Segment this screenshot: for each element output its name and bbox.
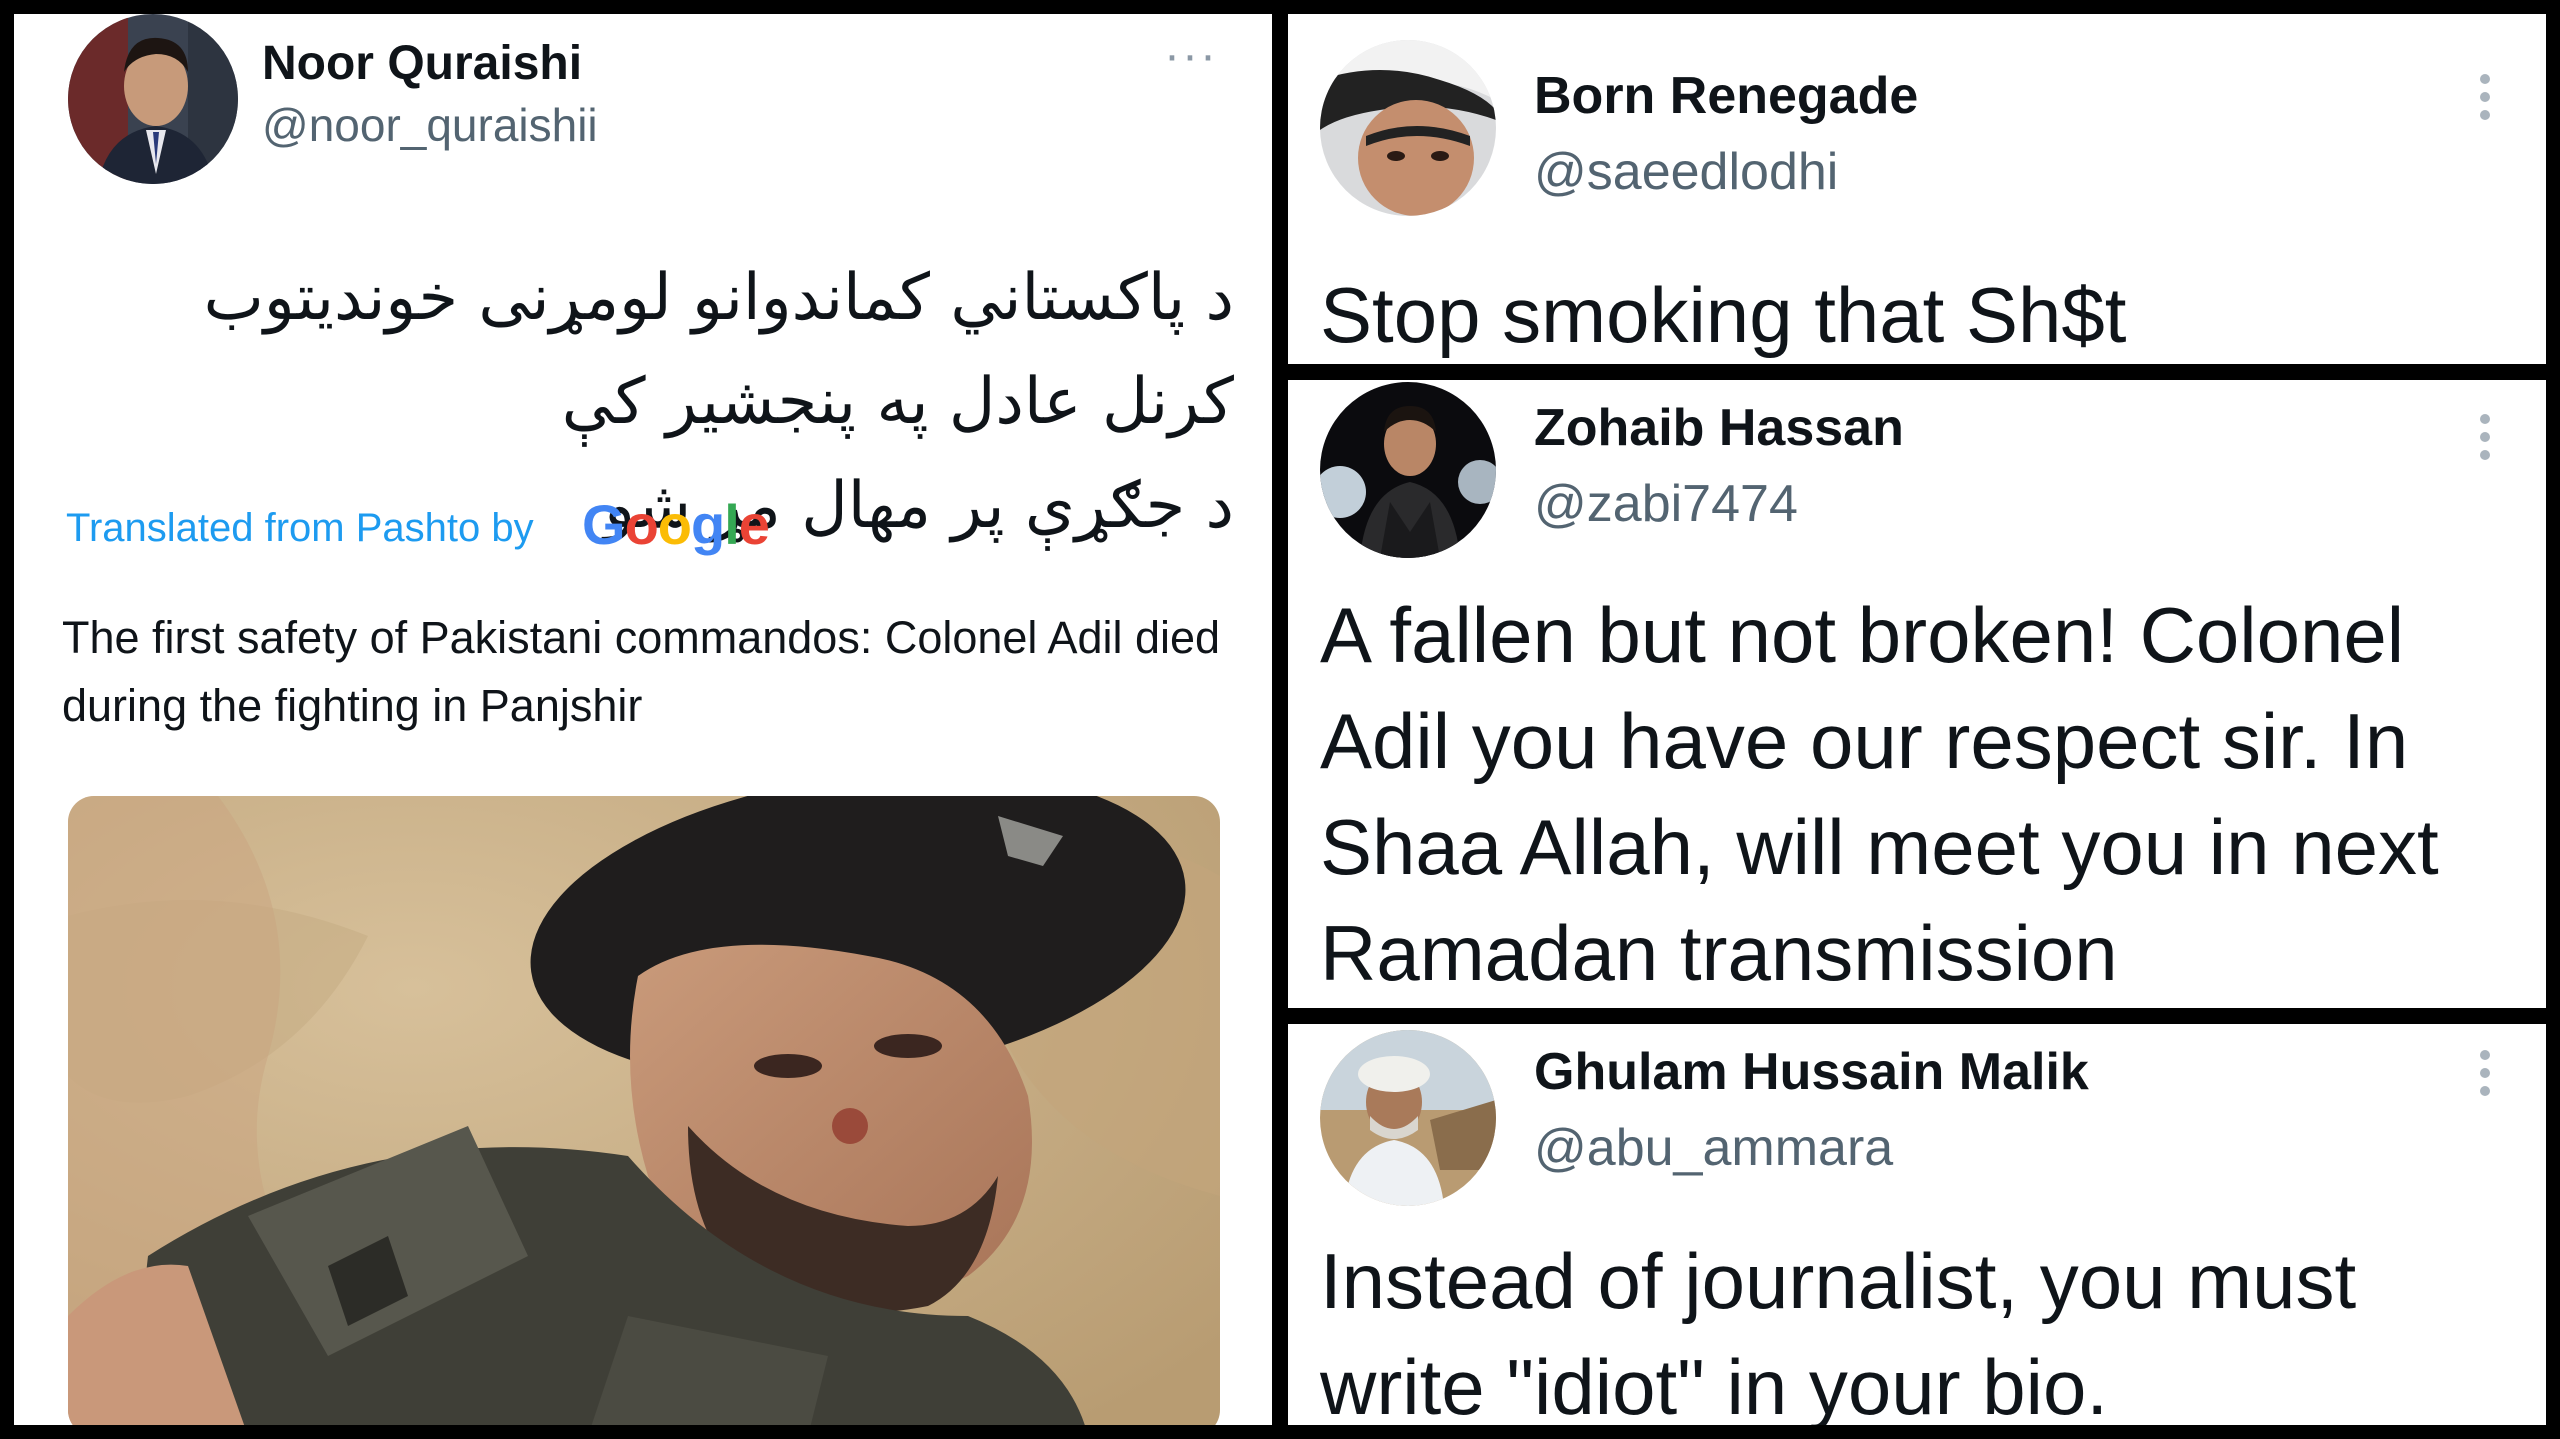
reply-avatar[interactable] bbox=[1320, 382, 1496, 558]
google-logo-letter: o bbox=[624, 493, 659, 556]
author-name[interactable]: Noor Quraishi bbox=[262, 36, 582, 91]
reply-author-name[interactable]: Ghulam Hussain Malik bbox=[1534, 1042, 2089, 1102]
reply-tweet: Ghulam Hussain Malik @abu_ammara Instead… bbox=[1288, 1024, 2546, 1425]
more-options-icon[interactable] bbox=[2480, 1050, 2490, 1104]
translation-text: The first safety of Pakistani commandos:… bbox=[62, 612, 1221, 731]
reply-author-handle[interactable]: @abu_ammara bbox=[1534, 1118, 1893, 1178]
google-logo-letter: e bbox=[738, 493, 770, 556]
author-avatar[interactable] bbox=[68, 14, 238, 184]
reply-text: A fallen but not broken! Colonel Adil yo… bbox=[1320, 591, 2439, 997]
more-options-icon[interactable] bbox=[2480, 414, 2490, 468]
author-handle[interactable]: @noor_quraishii bbox=[262, 98, 598, 152]
reply-author-handle[interactable]: @zabi7474 bbox=[1534, 474, 1798, 534]
reply-tweet: Born Renegade @saeedlodhi Stop smoking t… bbox=[1288, 14, 2546, 364]
main-tweet: Noor Quraishi @noor_quraishii ··· د پاکس… bbox=[14, 14, 1272, 1425]
translated-from-label[interactable]: Translated from Pashto by bbox=[66, 506, 534, 551]
original-text-line-1: د پاکستاني کماندوانو لومړنی خوندیتوب کرن… bbox=[203, 261, 1234, 439]
reply-text: Stop smoking that Sh$t bbox=[1320, 271, 2127, 359]
google-logo-letter: G bbox=[582, 493, 626, 556]
more-options-icon[interactable]: ··· bbox=[1164, 28, 1218, 83]
google-logo-letter: o bbox=[657, 493, 692, 556]
reply-author-handle[interactable]: @saeedlodhi bbox=[1534, 142, 1838, 202]
more-options-icon[interactable] bbox=[2480, 74, 2490, 128]
reply-tweet: Zohaib Hassan @zabi7474 A fallen but not… bbox=[1288, 380, 2546, 1008]
reply-author-name[interactable]: Born Renegade bbox=[1534, 66, 1918, 126]
reply-avatar[interactable] bbox=[1320, 40, 1496, 216]
reply-author-name[interactable]: Zohaib Hassan bbox=[1534, 398, 1904, 458]
tweet-photo[interactable] bbox=[68, 796, 1220, 1425]
google-logo-letter: g bbox=[691, 493, 725, 556]
reply-text: Instead of journalist, you must write "i… bbox=[1320, 1237, 2357, 1425]
google-logo-letter: l bbox=[724, 493, 740, 556]
reply-avatar[interactable] bbox=[1320, 1030, 1496, 1206]
google-logo: Google bbox=[582, 492, 770, 557]
